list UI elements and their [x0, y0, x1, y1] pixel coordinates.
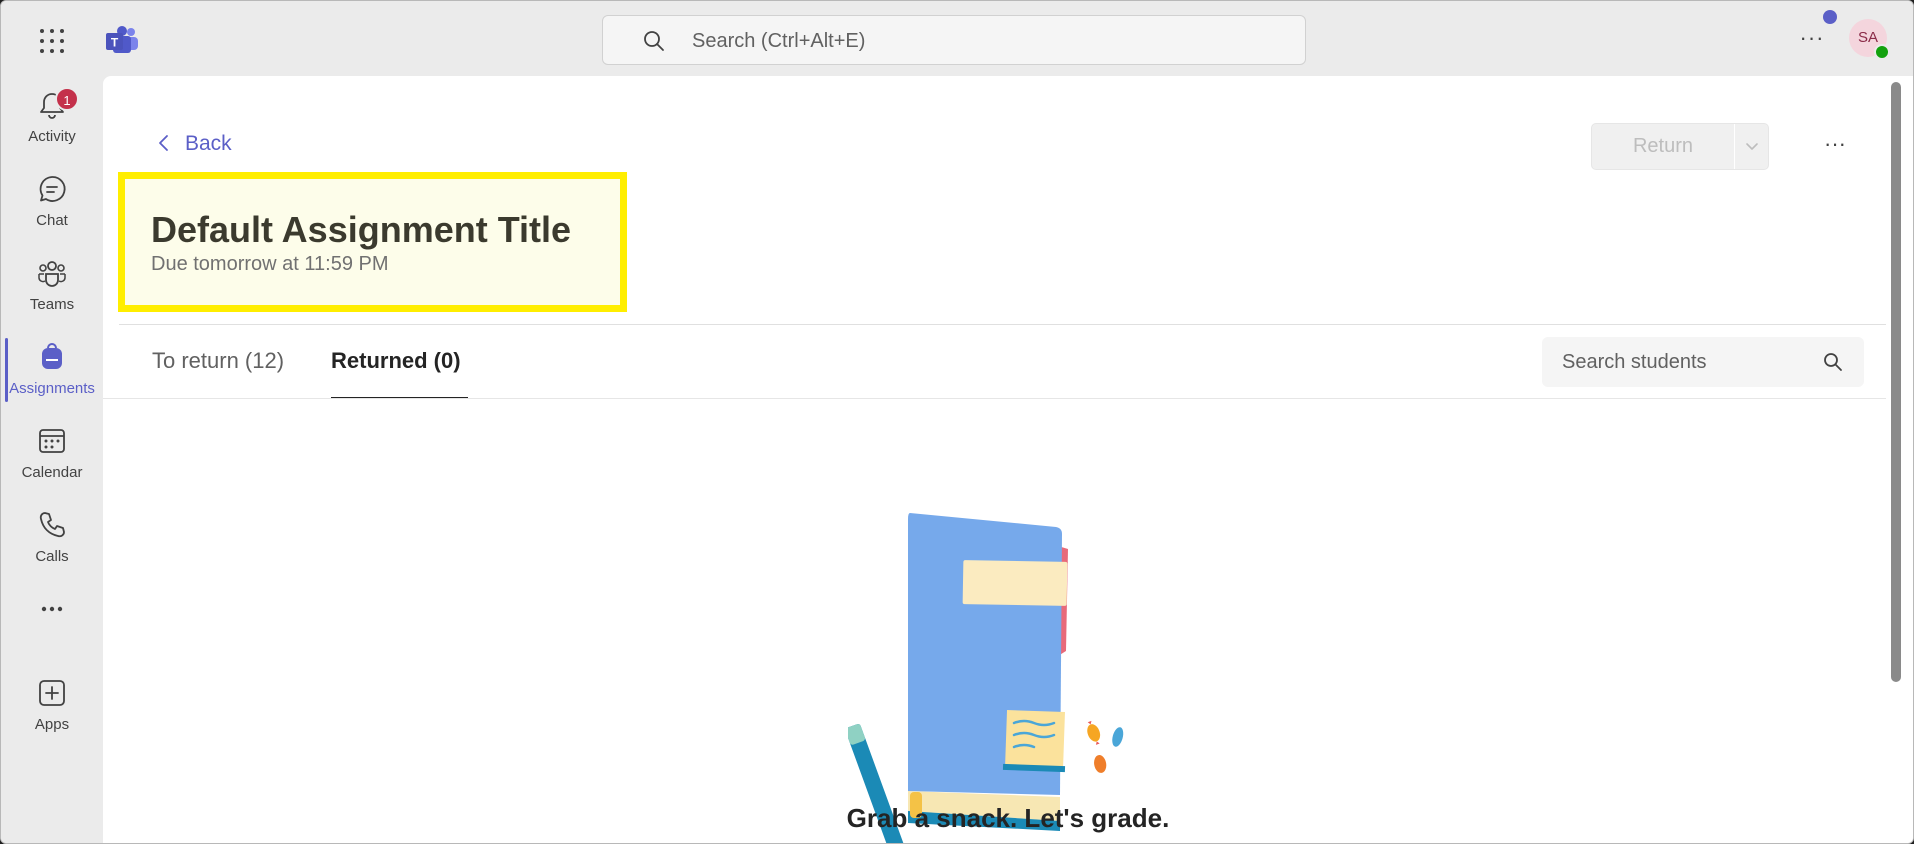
- return-options-dropdown[interactable]: [1735, 124, 1769, 169]
- app-launcher-icon[interactable]: [39, 28, 65, 54]
- presence-available-icon: [1874, 44, 1890, 60]
- rail-item-apps[interactable]: Apps: [1, 668, 103, 744]
- back-label: Back: [185, 132, 232, 155]
- notebook-illustration: [848, 513, 1124, 843]
- search-icon: [644, 31, 664, 51]
- search-students-placeholder: Search students: [1562, 351, 1707, 373]
- rail-item-calendar[interactable]: Calendar: [1, 416, 103, 492]
- title-bar: T Search (Ctrl+Alt+E) ··· SA: [1, 1, 1913, 76]
- rail-item-teams[interactable]: Teams: [1, 248, 103, 324]
- rail-more-apps[interactable]: [1, 584, 103, 630]
- more-icon: [41, 606, 63, 612]
- rail-item-label: Teams: [29, 296, 75, 313]
- tab-to-return[interactable]: To return (12): [152, 348, 284, 374]
- activity-badge: 1: [55, 87, 79, 111]
- rail-item-activity[interactable]: 1 Activity: [1, 80, 103, 156]
- settings-more-button[interactable]: ···: [1797, 25, 1827, 55]
- tab-returned[interactable]: Returned (0): [331, 348, 461, 374]
- back-button[interactable]: Back: [155, 132, 232, 156]
- chevron-down-icon: [1746, 143, 1758, 150]
- assignment-due-date: Due tomorrow at 11:59 PM: [151, 253, 389, 275]
- tabs-divider: [103, 398, 1886, 399]
- svg-text:T: T: [111, 36, 119, 50]
- return-split-button: Return: [1591, 123, 1769, 170]
- notification-dot: [1823, 10, 1837, 24]
- assignment-header-highlight: Default Assignment Title Due tomorrow at…: [118, 172, 627, 312]
- teams-logo-icon: T: [106, 26, 138, 53]
- phone-icon: [39, 512, 65, 538]
- chat-icon: [39, 176, 66, 202]
- empty-state-message: Grab a snack. Let's grade.: [846, 803, 1170, 833]
- app-bar: 1 Activity Chat Teams Assignments Calend…: [1, 76, 103, 843]
- assignment-title: Default Assignment Title: [151, 209, 572, 250]
- rail-item-label: Assignments: [9, 380, 95, 397]
- global-search-box[interactable]: Search (Ctrl+Alt+E): [602, 15, 1306, 65]
- rail-item-assignments[interactable]: Assignments: [1, 332, 103, 408]
- vertical-scrollbar[interactable]: [1891, 82, 1901, 682]
- add-apps-icon: [39, 680, 65, 706]
- global-search-placeholder: Search (Ctrl+Alt+E): [692, 30, 866, 52]
- rail-item-label: Activity: [28, 128, 76, 145]
- header-divider: [119, 324, 1886, 325]
- rail-item-calls[interactable]: Calls: [1, 500, 103, 576]
- assignment-detail-pane: Back Return ··· Default Assignment Title…: [103, 76, 1913, 843]
- teams-icon: [38, 261, 66, 287]
- more-options-button[interactable]: ···: [1820, 131, 1850, 161]
- search-icon: [1824, 353, 1842, 371]
- rail-item-chat[interactable]: Chat: [1, 164, 103, 240]
- rail-item-label: Chat: [36, 212, 68, 229]
- teams-window: T Search (Ctrl+Alt+E) ··· SA 1 Activity: [0, 0, 1914, 844]
- rail-item-label: Calendar: [21, 464, 83, 481]
- chevron-left-icon: [159, 135, 168, 151]
- rail-item-label: Calls: [35, 548, 69, 565]
- calendar-icon: [39, 429, 65, 453]
- backpack-icon: [42, 343, 62, 369]
- search-students-input[interactable]: Search students: [1542, 337, 1864, 387]
- return-button[interactable]: Return: [1592, 124, 1734, 169]
- rail-item-label: Apps: [34, 716, 70, 733]
